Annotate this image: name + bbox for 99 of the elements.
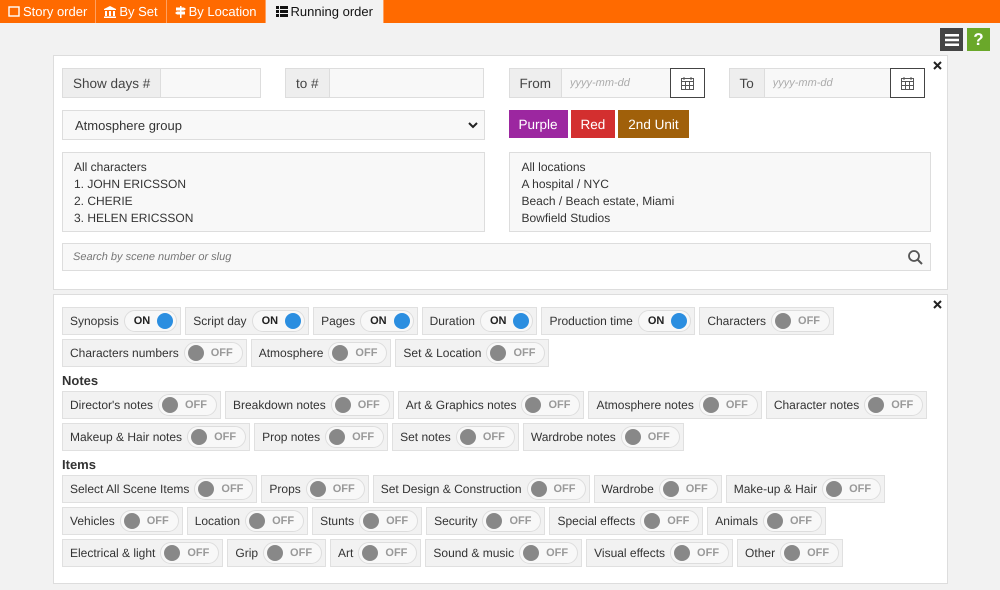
- toggle-switch[interactable]: OFF: [184, 342, 243, 364]
- toggle-label: Synopsis: [70, 314, 119, 328]
- toggle-label: Other: [745, 546, 776, 560]
- color-button[interactable]: Purple: [508, 110, 568, 138]
- menu-button[interactable]: [940, 28, 963, 51]
- toggle-switch[interactable]: ON: [480, 310, 534, 332]
- toggle-switch[interactable]: OFF: [519, 542, 578, 564]
- help-button[interactable]: ?: [967, 28, 990, 51]
- toggle-label: Special effects: [557, 514, 636, 528]
- tab[interactable]: Story order: [0, 0, 96, 23]
- toggle-label: Art & Graphics notes: [406, 398, 516, 412]
- toggle-label: Director's notes: [70, 398, 153, 412]
- tab[interactable]: By Set: [96, 0, 167, 23]
- toggle-switch[interactable]: OFF: [187, 426, 246, 448]
- toggle-label: Select All Scene Items: [70, 482, 190, 496]
- toggle-switch[interactable]: ON: [638, 310, 692, 332]
- toggle-label: Makeup & Hair notes: [70, 430, 182, 444]
- toggle-switch[interactable]: OFF: [771, 310, 830, 332]
- window-icon: [8, 6, 20, 17]
- toggle-switch[interactable]: OFF: [456, 426, 515, 448]
- toggle-switch[interactable]: OFF: [864, 394, 924, 416]
- list-option[interactable]: All characters: [74, 159, 472, 176]
- toggle-label: Sound & music: [433, 546, 514, 560]
- toggle-label: Animals: [715, 514, 758, 528]
- color-button[interactable]: 2nd Unit: [618, 110, 689, 138]
- toggle-label: Script day: [193, 314, 247, 328]
- toggle-switch[interactable]: OFF: [263, 542, 322, 564]
- toggle-switch[interactable]: ON: [124, 310, 178, 332]
- group-dropdown[interactable]: Atmosphere group: [62, 110, 484, 140]
- toggle-label: Location: [194, 514, 240, 528]
- toggle-switch[interactable]: ON: [360, 310, 414, 332]
- list-option[interactable]: A hospital / NYC: [522, 176, 919, 193]
- toggle-switch[interactable]: OFF: [359, 510, 418, 532]
- toggle-switch[interactable]: OFF: [670, 542, 730, 564]
- toggle-label: Character notes: [774, 398, 860, 412]
- toggle-label: Production time: [549, 314, 633, 328]
- toggle-label: Wardrobe notes: [530, 430, 616, 444]
- list-option[interactable]: 1. JOHN ERICSSON: [74, 176, 472, 193]
- toggle-switch[interactable]: OFF: [482, 510, 542, 532]
- color-button[interactable]: Red: [570, 110, 616, 138]
- toggle-switch[interactable]: ON: [252, 310, 306, 332]
- section-heading: Notes: [62, 373, 100, 388]
- toggle-label: Set notes: [400, 430, 451, 444]
- toggle-switch[interactable]: OFF: [762, 510, 822, 532]
- toggle-switch[interactable]: OFF: [640, 510, 700, 532]
- menu-icon: [944, 34, 958, 46]
- toggle-label: Set Design & Construction: [380, 482, 522, 496]
- section-heading: Items: [62, 457, 97, 472]
- toggle-label: Atmosphere notes: [596, 398, 694, 412]
- toggle-switch[interactable]: OFF: [658, 478, 718, 500]
- toggle-label: Duration: [430, 314, 475, 328]
- toggle-label: Make-up & Hair: [734, 482, 818, 496]
- list-option[interactable]: Beach / Beach estate, Miami: [522, 193, 919, 210]
- toggle-switch[interactable]: OFF: [698, 394, 758, 416]
- toggle-switch[interactable]: OFF: [330, 394, 390, 416]
- toggle-switch[interactable]: OFF: [245, 510, 304, 532]
- search-icon: [908, 250, 923, 265]
- toggle-switch[interactable]: OFF: [358, 542, 418, 564]
- toggle-label: Electrical & light: [70, 546, 156, 560]
- toggle-switch[interactable]: OFF: [328, 342, 388, 364]
- toggle-label: Security: [434, 514, 478, 528]
- toggle-label: Pages: [321, 314, 356, 328]
- list-option[interactable]: Bowfield Studios: [522, 210, 919, 227]
- toggle-switch[interactable]: OFF: [325, 426, 384, 448]
- list-icon: [276, 6, 288, 17]
- toggle-switch[interactable]: OFF: [306, 478, 365, 500]
- toggle-label: Characters numbers: [70, 346, 179, 360]
- toggle-label: Visual effects: [594, 546, 666, 560]
- toggle-switch[interactable]: OFF: [194, 478, 254, 500]
- toggle-label: Props: [269, 482, 301, 496]
- toggle-switch[interactable]: OFF: [620, 426, 680, 448]
- toggle-label: Stunts: [320, 514, 354, 528]
- toggle-label: Set & Location: [403, 346, 482, 360]
- toggle-switch[interactable]: OFF: [120, 510, 179, 532]
- toggle-label: Prop notes: [262, 430, 320, 444]
- toggle-switch[interactable]: OFF: [822, 478, 882, 500]
- list-option[interactable]: All locations: [522, 159, 919, 176]
- toggle-label: Atmosphere: [258, 346, 324, 360]
- list-option[interactable]: 3. HELEN ERICSSON: [74, 210, 472, 227]
- toggle-switch[interactable]: OFF: [486, 342, 546, 364]
- bank-icon: [104, 6, 116, 18]
- search-field[interactable]: Search by scene number or slug: [62, 243, 931, 271]
- toggle-label: Wardrobe: [602, 482, 654, 496]
- close-icon[interactable]: [933, 300, 942, 309]
- toggle-label: Vehicles: [70, 514, 115, 528]
- toggle-label: Characters: [707, 314, 766, 328]
- toggle-switch[interactable]: OFF: [521, 394, 580, 416]
- tab[interactable]: Running order: [266, 0, 384, 23]
- toggle-label: Grip: [235, 546, 258, 560]
- close-icon[interactable]: [933, 61, 942, 70]
- toggle-switch[interactable]: OFF: [780, 542, 840, 564]
- chevron-down-icon: [468, 122, 478, 128]
- toggle-switch[interactable]: OFF: [526, 478, 586, 500]
- toggle-switch[interactable]: OFF: [158, 394, 217, 416]
- toggle-switch[interactable]: OFF: [160, 542, 220, 564]
- list-option[interactable]: 2. CHERIE: [74, 193, 472, 210]
- signpost-icon: [174, 6, 186, 18]
- toggle-label: Art: [338, 546, 354, 560]
- toggle-label: Breakdown notes: [233, 398, 326, 412]
